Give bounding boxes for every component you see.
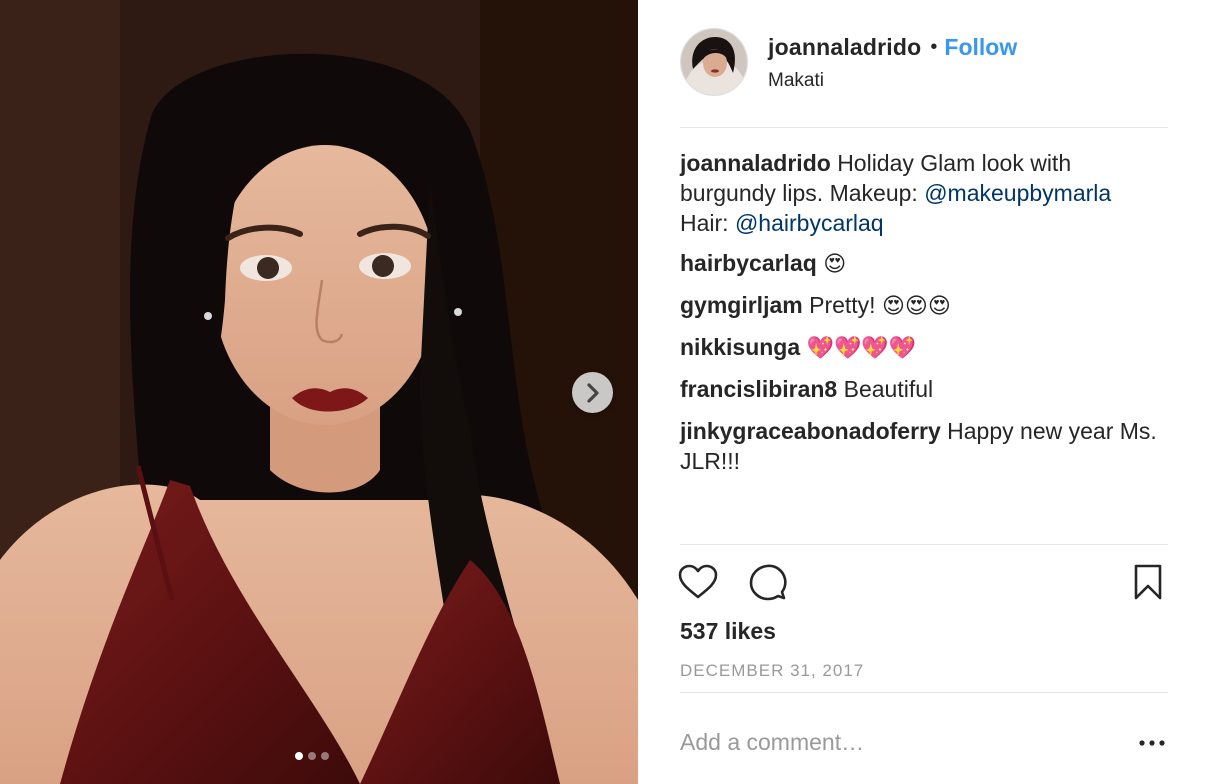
mention-link[interactable]: @hairbycarlaq [735, 210, 884, 236]
comment-item: jinkygraceabonadoferry Happy new year Ms… [680, 416, 1168, 478]
add-comment-input[interactable] [680, 722, 1110, 762]
caption: joannaladrido Holiday Glam look with bur… [680, 148, 1168, 238]
comment-emoji: 💖💖💖💖 [806, 336, 917, 361]
comment-item: hairbycarlaq 😍 [680, 248, 1168, 280]
comment-username[interactable]: jinkygraceabonadoferry [680, 418, 941, 444]
comment-item: francislibiran8 Beautiful [680, 374, 1168, 406]
comment-emoji: 😍😍😍 [881, 294, 951, 319]
likes-count[interactable]: 537 likes [680, 618, 776, 645]
portrait-image [0, 0, 638, 784]
comment-username[interactable]: gymgirljam [680, 292, 803, 318]
post-date: DECEMBER 31, 2017 [680, 661, 865, 680]
comment-text: Pretty! [809, 292, 882, 318]
post-author-username[interactable]: joannaladrido [768, 34, 921, 61]
comment-item: nikkisunga 💖💖💖💖 [680, 332, 1168, 364]
follow-button[interactable]: Follow [944, 34, 1017, 61]
next-photo-button[interactable] [572, 372, 613, 413]
heart-icon [678, 564, 718, 599]
bookmark-icon [1134, 564, 1162, 600]
header-user-line: joannaladrido • Follow [768, 34, 1017, 61]
post-actions [678, 560, 1170, 606]
save-button[interactable] [1126, 560, 1170, 604]
caption-username[interactable]: joannaladrido [680, 150, 831, 176]
speech-bubble-icon [749, 564, 787, 601]
carousel-dot [295, 752, 303, 760]
chevron-right-icon [586, 382, 599, 403]
caption-text-hair: Hair: [680, 210, 735, 236]
carousel-dot [321, 752, 329, 760]
more-options-icon [1139, 740, 1165, 746]
carousel-dot [308, 752, 316, 760]
comments-list: joannaladrido Holiday Glam look with bur… [680, 148, 1168, 488]
comment-username[interactable]: francislibiran8 [680, 376, 837, 402]
post-photo [0, 0, 638, 784]
post-details-panel: joannaladrido • Follow Makati joannaladr… [638, 0, 1206, 784]
comment-item: gymgirljam Pretty! 😍😍😍 [680, 290, 1168, 322]
mention-link[interactable]: @makeupbymarla [924, 180, 1111, 206]
post-header: joannaladrido • Follow Makati [680, 28, 1168, 128]
comment-emoji: 😍 [823, 252, 847, 277]
more-options-button[interactable] [1134, 728, 1170, 758]
comment-username[interactable]: nikkisunga [680, 334, 800, 360]
like-button[interactable] [676, 560, 720, 604]
divider [680, 544, 1168, 545]
avatar-image [681, 29, 747, 95]
post-location[interactable]: Makati [768, 70, 824, 92]
separator-dot: • [930, 36, 938, 58]
comment-text: Beautiful [843, 376, 934, 402]
carousel-indicator [295, 752, 329, 760]
comment-username[interactable]: hairbycarlaq [680, 250, 817, 276]
comment-button[interactable] [746, 560, 790, 604]
avatar[interactable] [680, 28, 748, 96]
divider [680, 692, 1168, 693]
